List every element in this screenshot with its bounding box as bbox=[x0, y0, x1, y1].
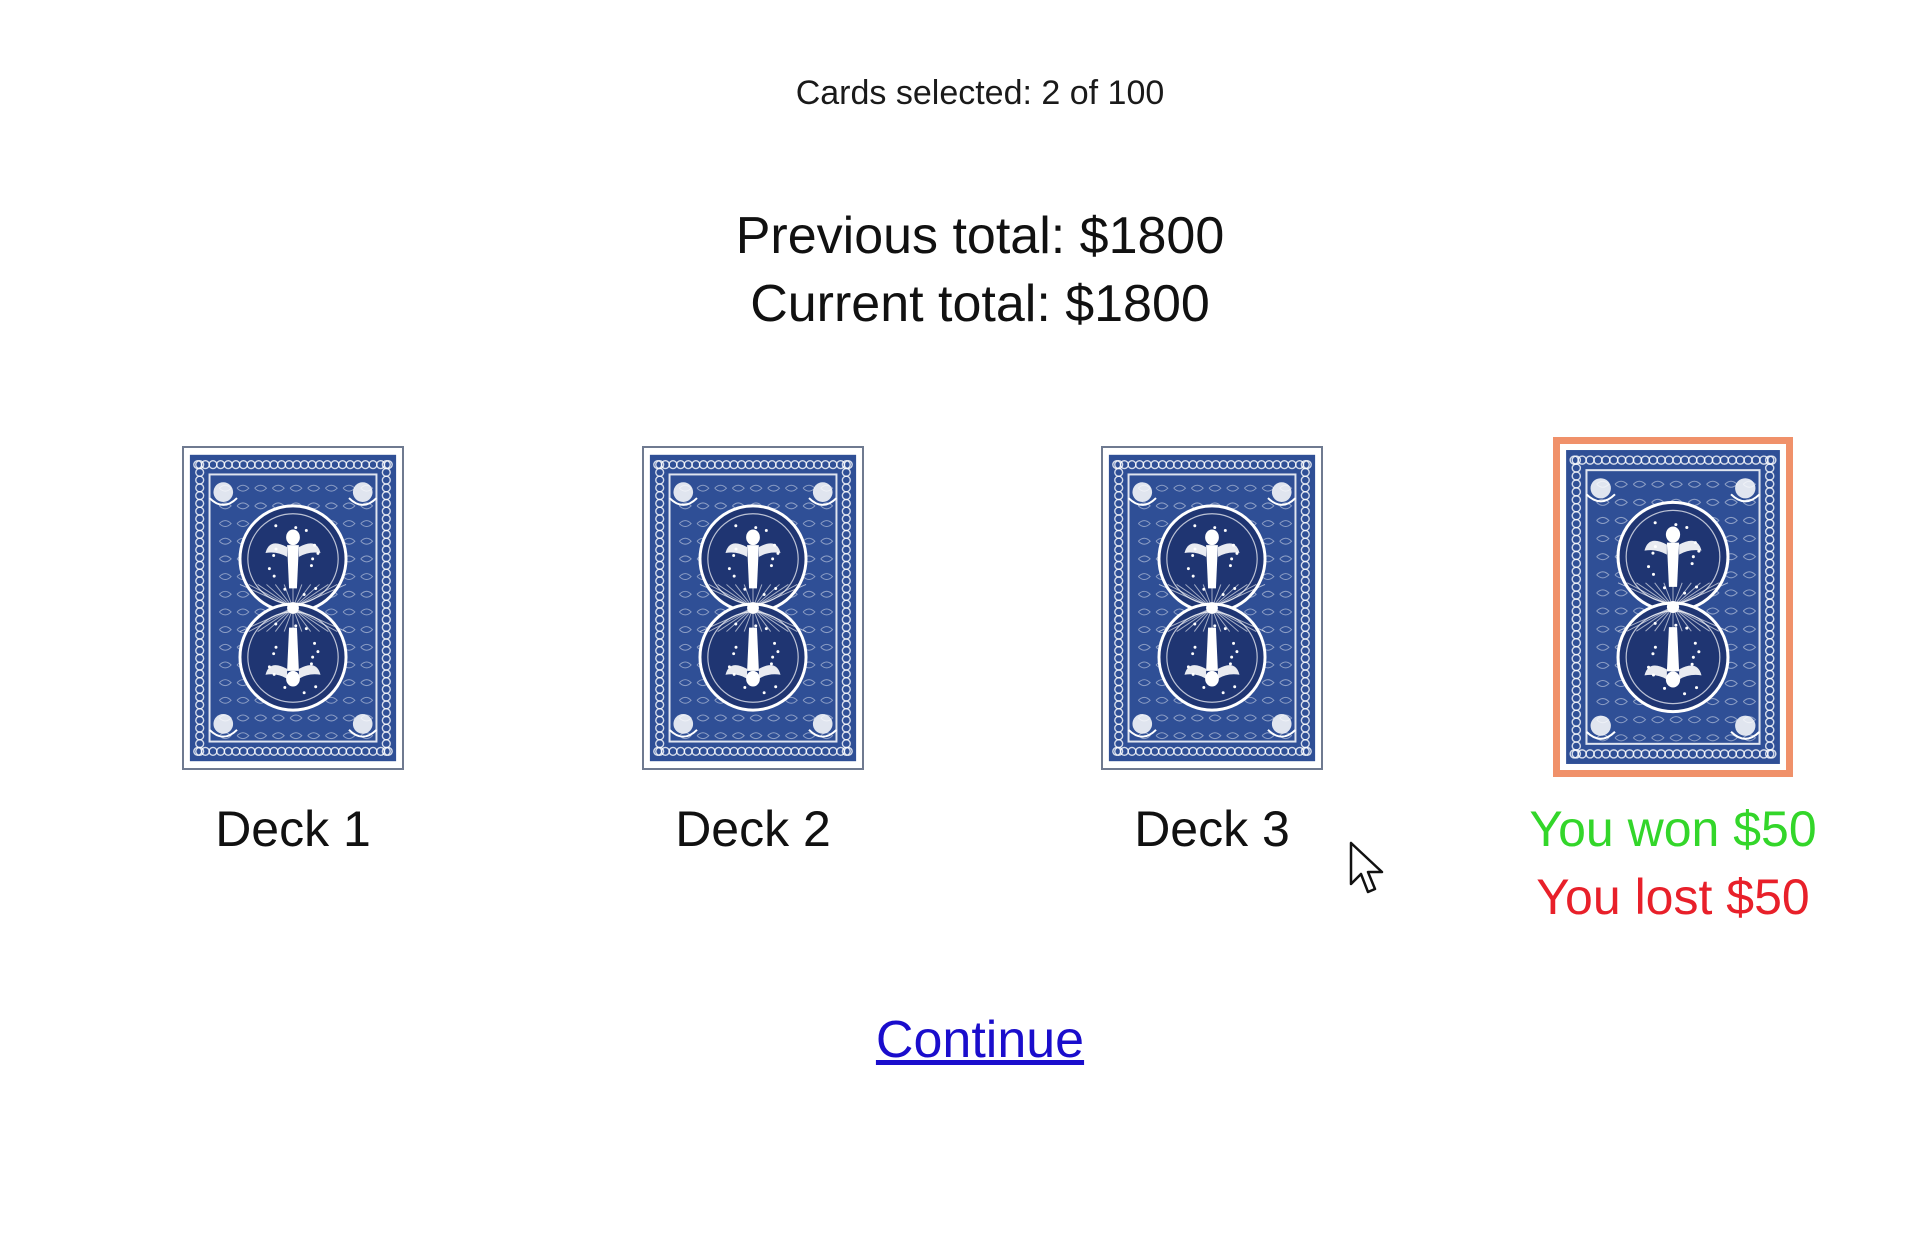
deck-2-label: Deck 2 bbox=[675, 801, 831, 857]
previous-total: Previous total: $1800 bbox=[735, 207, 1225, 265]
continue-container: Continue bbox=[0, 1010, 1906, 1070]
card-back-pattern bbox=[1560, 444, 1786, 770]
deck-3-label: Deck 3 bbox=[1134, 801, 1290, 857]
deck-4-card-selected[interactable] bbox=[1553, 437, 1793, 777]
win-message: You won $50 bbox=[1529, 801, 1817, 857]
loss-message: You lost $50 bbox=[1536, 869, 1810, 925]
deck-1-label: Deck 1 bbox=[215, 801, 371, 857]
card-back-pattern bbox=[644, 448, 862, 768]
totals-block: Previous total: $1800 Current total: $18… bbox=[0, 202, 1906, 338]
deck-3-card[interactable] bbox=[1101, 446, 1323, 770]
deck-1-card[interactable] bbox=[182, 446, 404, 770]
card-back-pattern bbox=[1103, 448, 1321, 768]
current-total: Current total: $1800 bbox=[750, 275, 1210, 333]
continue-link[interactable]: Continue bbox=[876, 1011, 1084, 1069]
deck-2-card[interactable] bbox=[642, 446, 864, 770]
cards-selected-counter: Cards selected: 2 of 100 bbox=[795, 74, 1165, 112]
card-back-pattern bbox=[184, 448, 402, 768]
mouse-pointer-icon bbox=[1349, 841, 1384, 894]
